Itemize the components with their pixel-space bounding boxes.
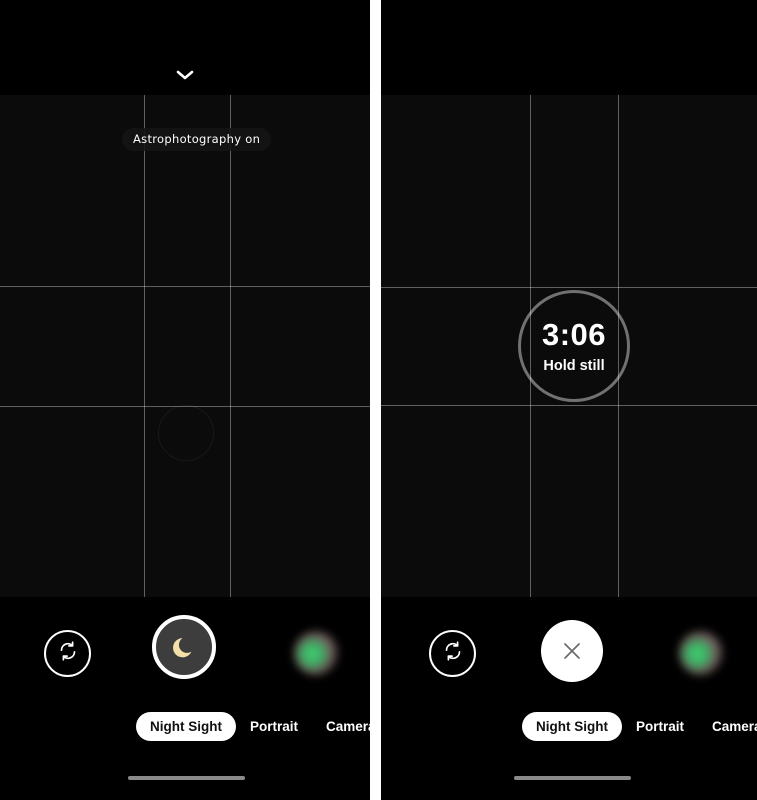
focus-ring [158, 405, 214, 461]
control-row-left [0, 615, 370, 693]
chevron-down-icon[interactable] [175, 68, 195, 82]
phone-panel-left: Astrophotography on Night Sight Portrait… [0, 0, 370, 800]
panel-divider [370, 0, 381, 800]
mode-tab-camera[interactable]: Camera [312, 712, 370, 741]
phone-panel-right: 3:06 Hold still Night Sight Portrait Cam… [381, 0, 757, 800]
astrophotography-status-badge: Astrophotography on [122, 128, 272, 151]
cancel-capture-button[interactable] [541, 620, 603, 682]
shutter-button-night-sight[interactable] [152, 615, 216, 679]
home-indicator[interactable] [128, 776, 245, 780]
grid-line-vertical-1 [144, 95, 145, 597]
crescent-moon-icon [170, 633, 198, 661]
exposure-timer-value: 3:06 [541, 316, 607, 352]
screenshot-stage: Astrophotography on Night Sight Portrait… [0, 0, 757, 800]
gallery-thumbnail[interactable] [294, 631, 338, 675]
exposure-timer-ring: 3:06 Hold still [518, 290, 630, 402]
viewfinder-left[interactable]: Astrophotography on [0, 95, 370, 597]
grid-line-horizontal-1 [0, 286, 370, 287]
mode-tab-night-sight[interactable]: Night Sight [136, 711, 236, 741]
camera-topbar-right [381, 0, 757, 95]
grid-line-vertical-2 [230, 95, 231, 597]
camera-flip-icon [441, 639, 465, 668]
grid-line-horizontal-1 [381, 287, 757, 288]
exposure-timer-hint: Hold still [543, 357, 605, 374]
camera-controls-right: Night Sight Portrait Camera [381, 597, 757, 800]
home-indicator[interactable] [514, 776, 631, 780]
camera-flip-icon [56, 639, 80, 668]
grid-line-horizontal-2 [381, 405, 757, 406]
camera-topbar-left [0, 0, 370, 95]
gallery-thumbnail[interactable] [679, 631, 723, 675]
close-icon [561, 640, 583, 662]
control-row-right [381, 615, 757, 693]
mode-selector-right[interactable]: Night Sight Portrait Camera [381, 710, 757, 742]
mode-selector-left[interactable]: Night Sight Portrait Camera [0, 710, 370, 742]
camera-flip-button[interactable] [44, 630, 91, 677]
mode-tab-portrait[interactable]: Portrait [236, 712, 312, 741]
mode-tab-portrait[interactable]: Portrait [622, 712, 698, 741]
mode-tab-night-sight[interactable]: Night Sight [522, 711, 622, 741]
camera-flip-button[interactable] [429, 630, 476, 677]
mode-tab-camera[interactable]: Camera [698, 712, 757, 741]
viewfinder-right[interactable]: 3:06 Hold still [381, 95, 757, 597]
camera-controls-left: Night Sight Portrait Camera [0, 597, 370, 800]
